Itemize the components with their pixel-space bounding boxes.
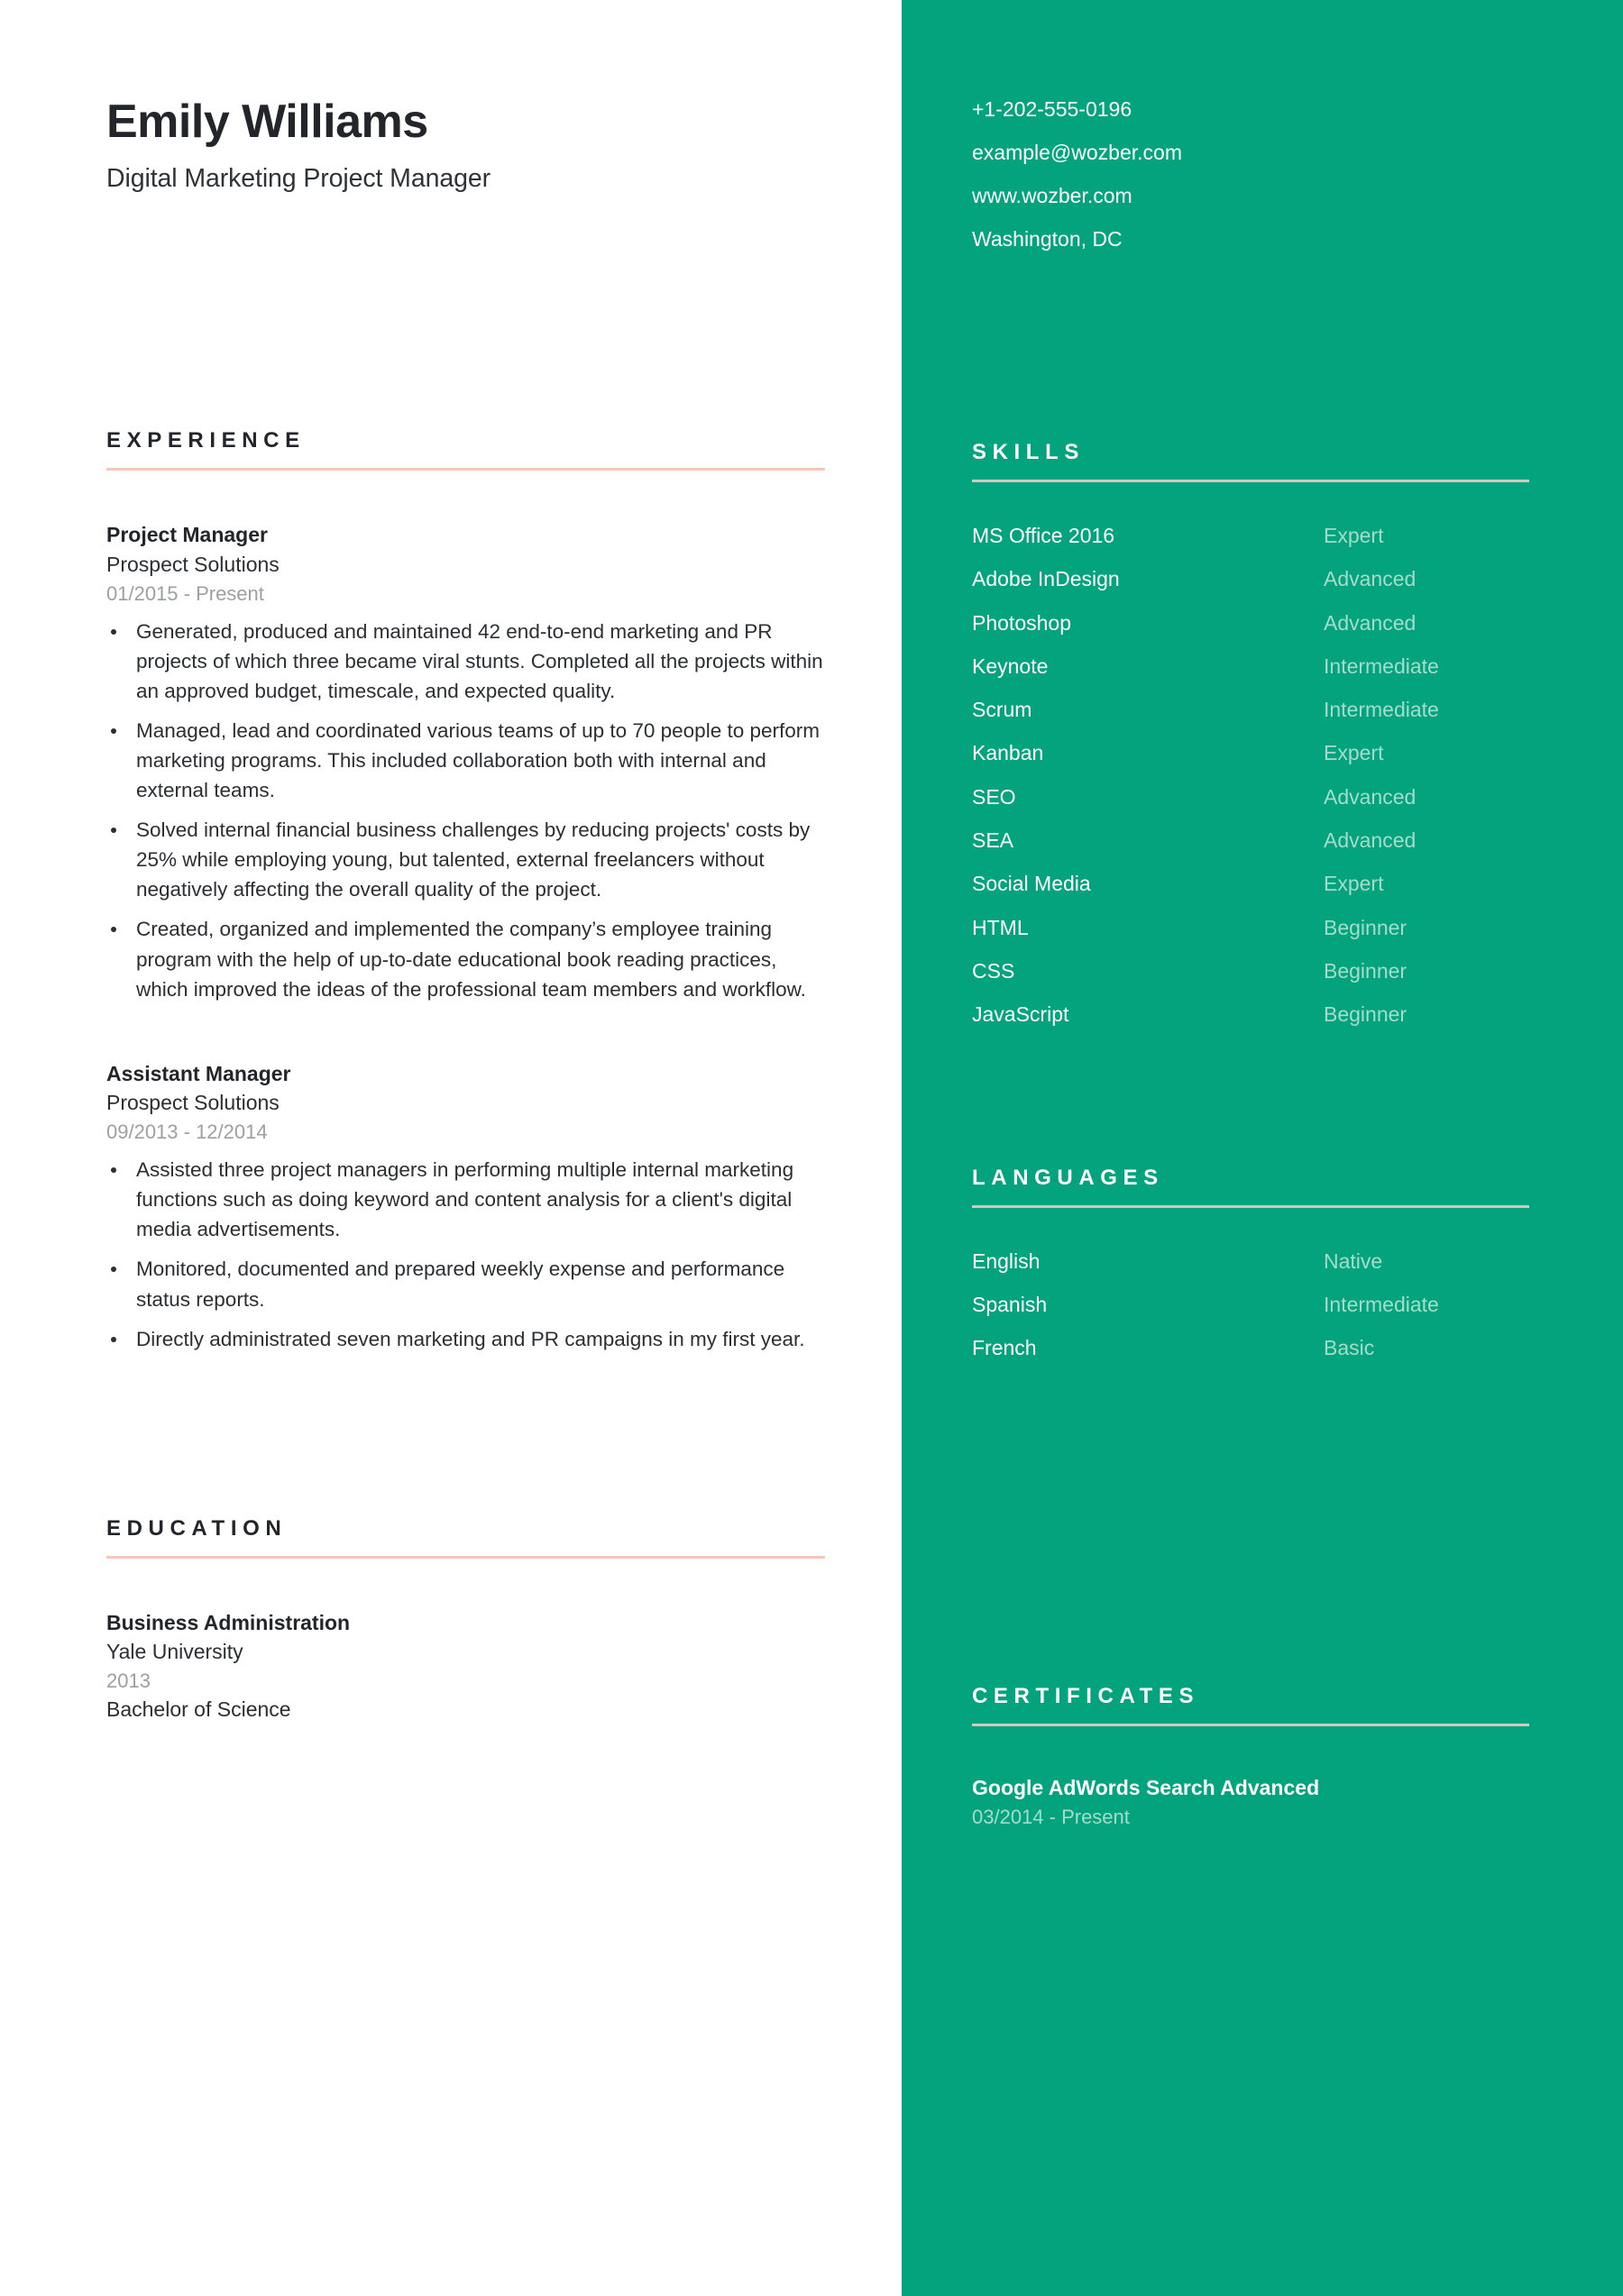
main-column: Emily Williams Digital Marketing Project… xyxy=(0,0,902,2296)
experience-job-title: Project Manager xyxy=(106,523,268,547)
section-rule-education xyxy=(106,1555,825,1559)
experience-entry: Assistant Manager Prospect Solutions 09/… xyxy=(106,1060,825,1354)
experience-bullet: Generated, produced and maintained 42 en… xyxy=(106,617,825,706)
experience-entry: Project Manager Prospect Solutions 01/20… xyxy=(106,521,825,1003)
skill-name: Scrum xyxy=(972,698,1032,722)
skill-name: CSS xyxy=(972,958,1015,983)
education-year: 2013 xyxy=(106,1669,151,1693)
experience-bullet: Assisted three project managers in perfo… xyxy=(106,1155,825,1244)
language-name: Spanish xyxy=(972,1292,1048,1316)
sidebar-column: +1-202-555-0196 example@wozber.com www.w… xyxy=(902,0,1623,2296)
section-rule-experience xyxy=(106,468,825,471)
experience-bullet: Created, organized and implemented the c… xyxy=(106,914,825,1003)
contact-phone[interactable]: +1-202-555-0196 xyxy=(972,99,1529,120)
skill-level: Advanced xyxy=(1324,828,1417,853)
certificate-entry: Google AdWords Search Advanced 03/2014 -… xyxy=(972,1773,1529,1831)
experience-company: Prospect Solutions xyxy=(106,553,280,577)
skill-row: JavaScript Beginner xyxy=(972,1002,1529,1027)
section-rule-certificates xyxy=(972,1724,1529,1727)
language-level: Basic xyxy=(1324,1336,1375,1360)
skill-name: Kanban xyxy=(972,741,1044,765)
experience-bullet-list: Generated, produced and maintained 42 en… xyxy=(106,617,825,1004)
language-level: Intermediate xyxy=(1324,1292,1439,1316)
skill-level: Advanced xyxy=(1324,567,1417,591)
language-row: Spanish Intermediate xyxy=(972,1292,1529,1316)
skill-row: Scrum Intermediate xyxy=(972,698,1529,722)
contact-block: +1-202-555-0196 example@wozber.com www.w… xyxy=(972,99,1529,250)
section-experience: EXPERIENCE Project Manager Prospect Solu… xyxy=(106,430,825,1353)
skill-level: Advanced xyxy=(1324,784,1417,809)
language-name: French xyxy=(972,1336,1037,1360)
skill-level: Beginner xyxy=(1324,1002,1408,1027)
languages-list: English Native Spanish Intermediate Fren… xyxy=(972,1249,1529,1360)
language-name: English xyxy=(972,1249,1041,1273)
language-row: English Native xyxy=(972,1249,1529,1273)
skill-name: Photoshop xyxy=(972,610,1071,635)
experience-dates: 01/2015 - Present xyxy=(106,581,264,605)
section-heading-skills: SKILLS xyxy=(972,440,1085,464)
section-education: EDUCATION Business Administration Yale U… xyxy=(106,1515,825,1724)
contact-website[interactable]: www.wozber.com xyxy=(972,186,1529,206)
section-heading-certificates: CERTIFICATES xyxy=(972,1684,1200,1709)
section-languages: LANGUAGES English Native Spanish Interme… xyxy=(972,1165,1529,1360)
certificate-dates: 03/2014 - Present xyxy=(972,1806,1130,1829)
section-rule-skills xyxy=(972,480,1529,482)
experience-dates: 09/2013 - 12/2014 xyxy=(106,1121,268,1144)
education-degree: Bachelor of Science xyxy=(106,1697,291,1722)
experience-bullet: Managed, lead and coordinated various te… xyxy=(106,716,825,805)
skills-list: MS Office 2016 Expert Adobe InDesign Adv… xyxy=(972,524,1529,1027)
contact-email[interactable]: example@wozber.com xyxy=(972,142,1529,163)
section-heading-experience: EXPERIENCE xyxy=(106,428,306,453)
section-skills: SKILLS MS Office 2016 Expert Adobe InDes… xyxy=(972,442,1529,1027)
skill-name: Adobe InDesign xyxy=(972,567,1120,591)
skill-level: Intermediate xyxy=(1324,698,1439,722)
experience-bullet: Directly administrated seven marketing a… xyxy=(106,1324,825,1354)
section-heading-languages: LANGUAGES xyxy=(972,1165,1164,1190)
skill-level: Advanced xyxy=(1324,610,1417,635)
section-heading-education: EDUCATION xyxy=(106,1515,288,1541)
section-certificates: CERTIFICATES Google AdWords Search Advan… xyxy=(972,1686,1529,1831)
candidate-headline: Digital Marketing Project Manager xyxy=(106,164,491,194)
skill-row: Photoshop Advanced xyxy=(972,610,1529,635)
skill-level: Expert xyxy=(1324,524,1384,547)
candidate-name: Emily Williams xyxy=(106,96,428,148)
skill-row: Adobe InDesign Advanced xyxy=(972,567,1529,591)
experience-bullet: Monitored, documented and prepared weekl… xyxy=(106,1254,825,1313)
skill-level: Beginner xyxy=(1324,915,1408,939)
skill-row: SEO Advanced xyxy=(972,784,1529,809)
name-block: Emily Williams Digital Marketing Project… xyxy=(106,96,825,196)
skill-name: SEA xyxy=(972,828,1014,853)
skill-row: SEA Advanced xyxy=(972,828,1529,853)
skill-row: MS Office 2016 Expert xyxy=(972,524,1529,547)
experience-bullet-list: Assisted three project managers in perfo… xyxy=(106,1155,825,1353)
experience-job-title: Assistant Manager xyxy=(106,1061,291,1085)
skill-row: HTML Beginner xyxy=(972,915,1529,939)
education-entry: Business Administration Yale University … xyxy=(106,1609,825,1724)
language-level: Native xyxy=(1324,1249,1383,1273)
education-program: Business Administration xyxy=(106,1610,351,1634)
skill-row: CSS Beginner xyxy=(972,958,1529,983)
skill-name: JavaScript xyxy=(972,1002,1069,1027)
skill-row: Keynote Intermediate xyxy=(972,654,1529,678)
certificate-name: Google AdWords Search Advanced xyxy=(972,1776,1320,1800)
contact-location: Washington, DC xyxy=(972,227,1123,251)
skill-name: Keynote xyxy=(972,654,1049,678)
skill-name: HTML xyxy=(972,915,1029,939)
skill-row: Kanban Expert xyxy=(972,741,1529,765)
skill-name: Social Media xyxy=(972,872,1091,896)
section-rule-languages xyxy=(972,1204,1529,1208)
education-school: Yale University xyxy=(106,1640,243,1664)
skill-level: Expert xyxy=(1324,872,1384,896)
skill-name: MS Office 2016 xyxy=(972,524,1115,547)
skill-level: Intermediate xyxy=(1324,654,1439,678)
resume-document: Emily Williams Digital Marketing Project… xyxy=(0,0,1623,2296)
experience-bullet: Solved internal financial business chall… xyxy=(106,815,825,904)
language-row: French Basic xyxy=(972,1336,1529,1360)
experience-company: Prospect Solutions xyxy=(106,1091,280,1115)
skill-level: Beginner xyxy=(1324,958,1408,983)
skill-level: Expert xyxy=(1324,741,1384,765)
skill-name: SEO xyxy=(972,784,1016,809)
skill-row: Social Media Expert xyxy=(972,872,1529,896)
